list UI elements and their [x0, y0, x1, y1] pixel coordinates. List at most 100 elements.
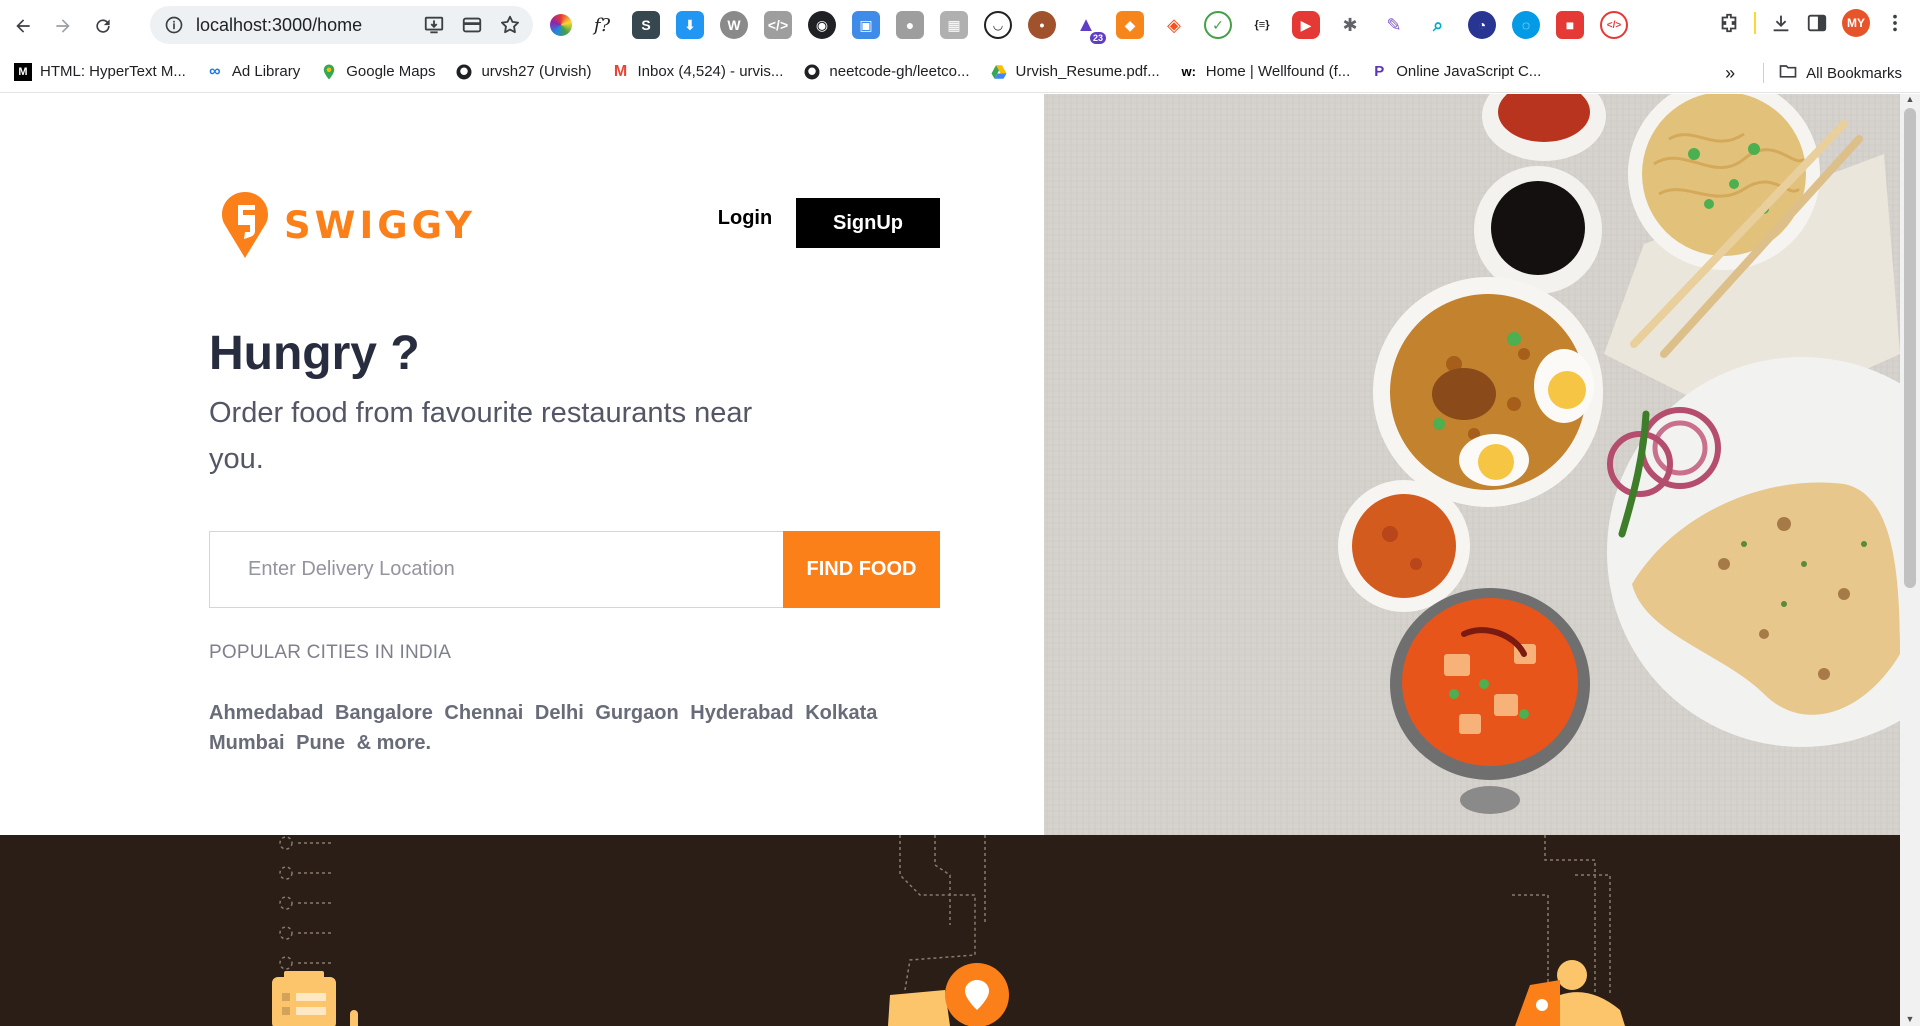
extensions-puzzle-icon[interactable]: [1718, 12, 1740, 34]
bookmark-google-maps[interactable]: Google Maps: [320, 63, 435, 81]
bookmark-label: Online JavaScript C...: [1396, 63, 1542, 80]
bug-extension-icon[interactable]: ✱: [1336, 11, 1364, 39]
back-button[interactable]: [6, 9, 40, 43]
swirl-extension-icon[interactable]: ◌: [1512, 11, 1540, 39]
json-extension-icon[interactable]: {≡}: [1248, 11, 1276, 39]
toolbar-divider: [1754, 12, 1756, 34]
reload-button[interactable]: [86, 9, 120, 43]
more-cities-link[interactable]: & more.: [357, 732, 431, 754]
metamask-extension-icon[interactable]: ◆: [1116, 11, 1144, 39]
scroll-down-arrow-icon[interactable]: ▼: [1905, 1014, 1915, 1024]
page-scrollbar[interactable]: ▲ ▼: [1900, 94, 1920, 1026]
signup-button[interactable]: SignUp: [796, 198, 940, 248]
extensions-bar: f? S ⬇ W </> ◉ ▣ ● ▦ ◡ • ▲ 23 ◆ ◈ ✓ {≡} ▶…: [550, 11, 1644, 44]
city-link-bangalore[interactable]: Bangalore: [335, 702, 433, 724]
bookmark-mdn[interactable]: M HTML: HyperText M...: [14, 62, 186, 81]
youtube-extension-icon[interactable]: ▶: [1292, 11, 1320, 39]
download-extension-icon[interactable]: ⬇: [676, 11, 704, 39]
login-button[interactable]: Login: [708, 198, 782, 238]
bookmark-online-javascript[interactable]: P Online JavaScript C...: [1370, 63, 1541, 81]
git-extension-icon[interactable]: ◈: [1160, 11, 1188, 39]
bookmark-github-urvish[interactable]: urvsh27 (Urvish): [455, 63, 591, 81]
timer-extension-icon[interactable]: ✓: [1204, 11, 1232, 39]
meta-icon: ∞: [209, 62, 221, 80]
snapchat-extension-icon[interactable]: ◉: [808, 11, 836, 39]
all-bookmarks-link[interactable]: All Bookmarks: [1806, 65, 1902, 82]
url-text: localhost:3000/home: [196, 14, 363, 35]
kebab-menu-icon[interactable]: [1884, 12, 1906, 34]
card-icon[interactable]: [461, 14, 483, 36]
hero-title: Hungry ?: [209, 327, 420, 380]
city-link-pune[interactable]: Pune: [296, 732, 345, 754]
city-link-ahmedabad[interactable]: Ahmedabad: [209, 702, 323, 724]
folder-icon: [1778, 61, 1798, 85]
forward-button[interactable]: [46, 9, 80, 43]
info-icon[interactable]: [164, 15, 184, 35]
find-food-button[interactable]: FIND FOOD: [783, 531, 940, 608]
color-wheel-extension-icon[interactable]: [550, 14, 572, 36]
food-illustration: [1044, 94, 1900, 835]
alien-extension-icon[interactable]: ◔: [1468, 11, 1496, 39]
hero-subtitle: Order food from favourite restaurants ne…: [209, 397, 753, 475]
bookmark-gmail[interactable]: M Inbox (4,524) - urvis...: [611, 63, 784, 81]
wellfound-icon: w:: [1181, 64, 1196, 79]
bookmarks-bar: M HTML: HyperText M... ∞ Ad Library Goog…: [0, 51, 1920, 93]
browser-toolbar: localhost:3000/home f? S ⬇ W </> ◉ ▣ ● ▦…: [0, 0, 1920, 51]
popular-cities-list: Ahmedabad Bangalore Chennai Delhi Gurgao…: [209, 698, 909, 758]
city-link-gurgaon[interactable]: Gurgaon: [595, 702, 678, 724]
cookie-extension-icon[interactable]: •: [1028, 11, 1056, 39]
more-bookmarks-chevron-icon[interactable]: »: [1725, 63, 1735, 84]
how-it-works-band: [0, 835, 1900, 1026]
playcode-icon: P: [1374, 63, 1385, 80]
graduation-cap-extension-icon[interactable]: ▲ 23: [1072, 11, 1106, 44]
arrow-right-icon: [56, 18, 70, 33]
side-panel-icon[interactable]: [1806, 12, 1828, 34]
brand-wordmark: SWIGGY: [284, 203, 476, 247]
scroll-up-arrow-icon[interactable]: ▲: [1905, 94, 1915, 104]
delivery-rider-illustration: [1515, 960, 1625, 1026]
mdn-icon: M: [14, 62, 32, 81]
city-link-hyderabad[interactable]: Hyderabad: [690, 702, 793, 724]
bookmarks-divider: [1763, 63, 1765, 83]
downloads-icon[interactable]: [1770, 12, 1792, 34]
install-app-icon[interactable]: [423, 14, 445, 36]
devtools-extension-icon[interactable]: </>: [1600, 11, 1628, 39]
red-square-extension-icon[interactable]: ■: [1556, 11, 1584, 39]
city-link-chennai[interactable]: Chennai: [444, 702, 523, 724]
wordpress-extension-icon[interactable]: W: [720, 11, 748, 39]
extension-badge: 23: [1089, 32, 1106, 44]
city-link-kolkata[interactable]: Kolkata: [805, 702, 877, 724]
address-bar[interactable]: localhost:3000/home: [150, 6, 533, 44]
bookmark-label: HTML: HyperText M...: [40, 63, 186, 80]
delivery-box-illustration: [888, 963, 1009, 1026]
magnifier-extension-icon[interactable]: ⌕: [1424, 11, 1452, 39]
bookmark-label: urvsh27 (Urvish): [481, 63, 592, 80]
kadai-handle: [1460, 786, 1520, 814]
popular-cities-heading: POPULAR CITIES IN INDIA: [209, 642, 452, 663]
window-extension-icon[interactable]: ▣: [852, 11, 880, 39]
puzzle-grey-extension-icon[interactable]: ▦: [940, 11, 968, 39]
ghost-extension-icon[interactable]: ◡: [984, 11, 1012, 39]
bookmark-label: Inbox (4,524) - urvis...: [637, 63, 784, 80]
pen-extension-icon[interactable]: ✎: [1380, 11, 1408, 39]
s-extension-icon[interactable]: S: [632, 11, 660, 39]
city-link-mumbai[interactable]: Mumbai: [209, 732, 285, 754]
scroll-thumb[interactable]: [1904, 108, 1916, 588]
star-icon[interactable]: [499, 14, 521, 36]
bookmark-ad-library[interactable]: ∞ Ad Library: [206, 63, 300, 81]
code-extension-icon[interactable]: </>: [764, 11, 792, 39]
github-icon: [455, 63, 473, 81]
profile-avatar[interactable]: MY: [1842, 9, 1870, 37]
swiggy-logo[interactable]: SWIGGY: [222, 192, 476, 258]
reload-icon: [96, 18, 110, 33]
bookmark-label: Home | Wellfound (f...: [1205, 63, 1351, 80]
bookmark-wellfound[interactable]: w: Home | Wellfound (f...: [1180, 63, 1351, 81]
city-link-delhi[interactable]: Delhi: [535, 702, 584, 724]
hero-left-section: SWIGGY Login SignUp Hungry ? Order food …: [0, 94, 1044, 835]
camera-extension-icon[interactable]: ●: [896, 11, 924, 39]
bookmark-label: neetcode-gh/leetco...: [829, 63, 970, 80]
formula-extension-icon[interactable]: f?: [588, 11, 616, 39]
bookmark-github-neetcode[interactable]: neetcode-gh/leetco...: [803, 63, 970, 81]
bookmark-label: Google Maps: [346, 63, 436, 80]
bookmark-resume-drive[interactable]: Urvish_Resume.pdf...: [990, 63, 1160, 81]
